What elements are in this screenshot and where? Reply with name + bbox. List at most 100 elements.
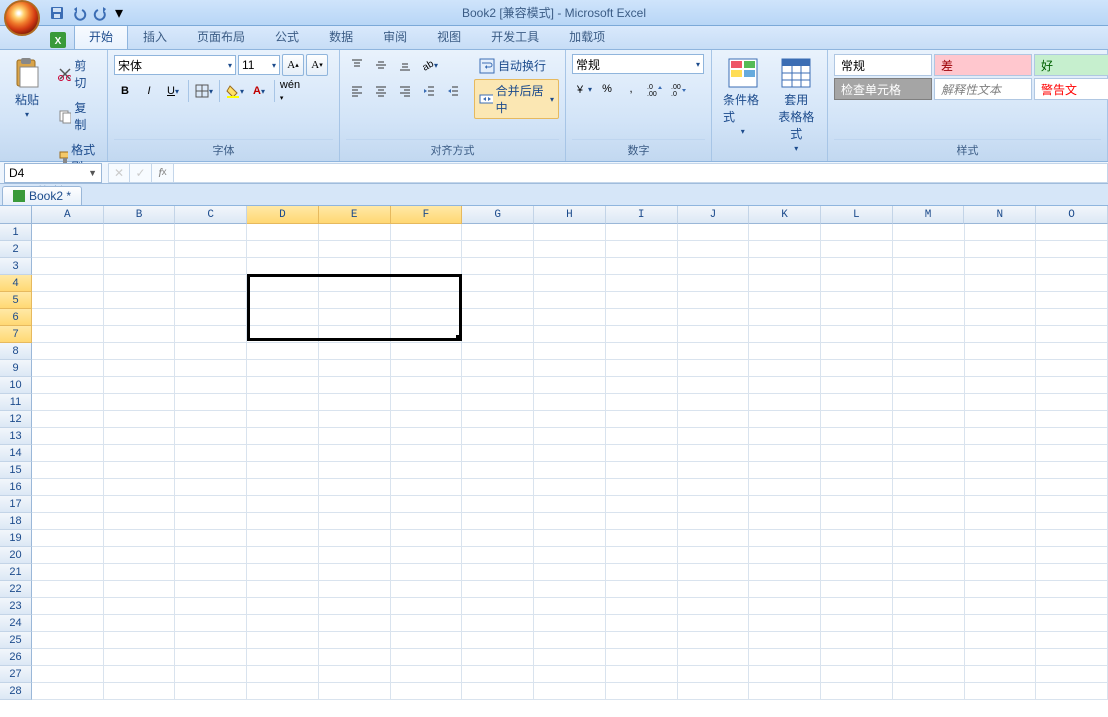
cell[interactable] — [965, 615, 1037, 632]
align-middle-button[interactable] — [370, 54, 392, 76]
cell[interactable] — [319, 632, 391, 649]
cell[interactable] — [1036, 530, 1108, 547]
cell[interactable] — [391, 615, 463, 632]
cell[interactable] — [32, 326, 104, 343]
wrap-text-button[interactable]: 自动换行 — [474, 54, 559, 77]
cell[interactable] — [391, 411, 463, 428]
col-header[interactable]: G — [462, 206, 534, 224]
tab-2[interactable]: 页面布局 — [182, 24, 260, 49]
cell[interactable] — [678, 479, 750, 496]
cell[interactable] — [965, 496, 1037, 513]
cell[interactable] — [749, 445, 821, 462]
cell[interactable] — [104, 530, 176, 547]
cell[interactable] — [32, 428, 104, 445]
cell[interactable] — [821, 598, 893, 615]
cell[interactable] — [893, 428, 965, 445]
cell[interactable] — [1036, 224, 1108, 241]
style-cell-4[interactable]: 解释性文本 — [934, 78, 1032, 100]
cell[interactable] — [821, 666, 893, 683]
cell[interactable] — [32, 547, 104, 564]
cell[interactable] — [821, 411, 893, 428]
cell[interactable] — [247, 445, 319, 462]
cell[interactable] — [965, 258, 1037, 275]
workbook-tab[interactable]: Book2 * — [2, 186, 82, 205]
cell[interactable] — [104, 292, 176, 309]
cell[interactable] — [175, 428, 247, 445]
cell[interactable] — [462, 615, 534, 632]
cell[interactable] — [104, 496, 176, 513]
cell[interactable] — [821, 547, 893, 564]
cell[interactable] — [391, 394, 463, 411]
cell[interactable] — [462, 479, 534, 496]
cell[interactable] — [247, 377, 319, 394]
decrease-font-button[interactable]: A▾ — [306, 54, 328, 76]
cell[interactable] — [32, 513, 104, 530]
cell[interactable] — [319, 309, 391, 326]
cell[interactable] — [32, 275, 104, 292]
cell[interactable] — [391, 445, 463, 462]
cell[interactable] — [247, 683, 319, 700]
cell[interactable] — [821, 394, 893, 411]
cell[interactable] — [32, 683, 104, 700]
cell[interactable] — [534, 275, 606, 292]
cell[interactable] — [965, 649, 1037, 666]
cell[interactable] — [678, 343, 750, 360]
cell[interactable] — [821, 513, 893, 530]
cell[interactable] — [1036, 343, 1108, 360]
cell[interactable] — [965, 462, 1037, 479]
cell[interactable] — [104, 241, 176, 258]
cell[interactable] — [749, 241, 821, 258]
cell[interactable] — [462, 241, 534, 258]
cell[interactable] — [749, 649, 821, 666]
cell[interactable] — [606, 513, 678, 530]
cell[interactable] — [606, 581, 678, 598]
number-format-combo[interactable]: 常规▾ — [572, 54, 704, 74]
cell[interactable] — [104, 564, 176, 581]
row-header[interactable]: 25 — [0, 632, 32, 649]
cell[interactable] — [965, 547, 1037, 564]
cell[interactable] — [678, 445, 750, 462]
cell[interactable] — [462, 292, 534, 309]
cell[interactable] — [391, 258, 463, 275]
cell[interactable] — [247, 496, 319, 513]
row-header[interactable]: 19 — [0, 530, 32, 547]
cell[interactable] — [821, 309, 893, 326]
cell[interactable] — [104, 581, 176, 598]
col-header[interactable]: E — [319, 206, 391, 224]
cell[interactable] — [606, 547, 678, 564]
cell[interactable] — [749, 547, 821, 564]
cell[interactable] — [893, 258, 965, 275]
col-header[interactable]: K — [749, 206, 821, 224]
cell[interactable] — [175, 241, 247, 258]
row-header[interactable]: 22 — [0, 581, 32, 598]
cell[interactable] — [391, 598, 463, 615]
cell[interactable] — [247, 292, 319, 309]
col-header[interactable]: A — [32, 206, 104, 224]
cell[interactable] — [678, 428, 750, 445]
cell[interactable] — [104, 360, 176, 377]
cell[interactable] — [247, 564, 319, 581]
row-header[interactable]: 1 — [0, 224, 32, 241]
increase-font-button[interactable]: A▴ — [282, 54, 304, 76]
cell[interactable] — [391, 496, 463, 513]
cell[interactable] — [32, 360, 104, 377]
cell[interactable] — [893, 581, 965, 598]
cell[interactable] — [391, 530, 463, 547]
cell[interactable] — [606, 496, 678, 513]
cell[interactable] — [534, 258, 606, 275]
style-cell-1[interactable]: 差 — [934, 54, 1032, 76]
cell[interactable] — [821, 326, 893, 343]
row-header[interactable]: 4 — [0, 275, 32, 292]
col-header[interactable]: O — [1036, 206, 1108, 224]
cell[interactable] — [104, 615, 176, 632]
cell[interactable] — [319, 547, 391, 564]
cell[interactable] — [104, 377, 176, 394]
cell[interactable] — [175, 581, 247, 598]
row-header[interactable]: 12 — [0, 411, 32, 428]
cell[interactable] — [965, 377, 1037, 394]
orientation-button[interactable]: ab▾ — [418, 54, 440, 76]
tab-6[interactable]: 视图 — [422, 24, 476, 49]
cell[interactable] — [1036, 258, 1108, 275]
cell[interactable] — [534, 632, 606, 649]
cell[interactable] — [32, 581, 104, 598]
